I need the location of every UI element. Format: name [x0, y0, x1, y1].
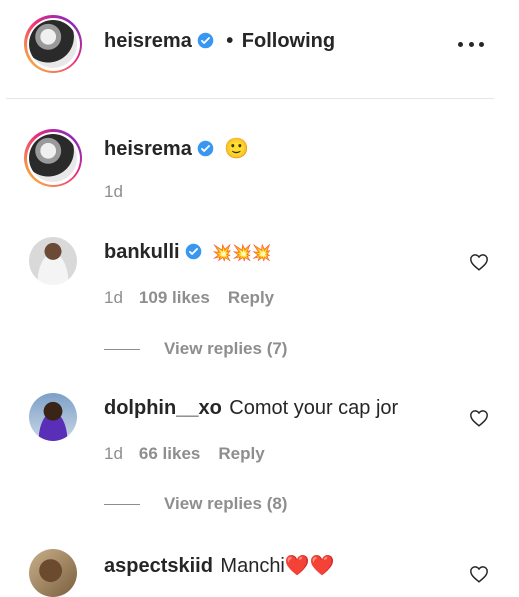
header-user-line: heisrema • Following: [104, 30, 335, 53]
view-replies-button[interactable]: View replies (8): [104, 494, 287, 514]
comment-text: 💥💥💥: [212, 245, 272, 262]
following-button[interactable]: Following: [242, 30, 335, 52]
reply-button[interactable]: Reply: [228, 288, 274, 307]
comment-username[interactable]: bankulli: [104, 241, 180, 263]
post-header: heisrema • Following: [0, 0, 519, 98]
comment-avatar[interactable]: [29, 549, 77, 597]
comment-text: Manchi❤️❤️: [220, 555, 335, 577]
comment-line: bankulli 💥💥💥: [104, 241, 272, 264]
header-avatar[interactable]: [24, 15, 82, 73]
caption-avatar[interactable]: [24, 129, 82, 187]
reply-button[interactable]: Reply: [218, 444, 264, 463]
comment-meta: 1d 109 likes Reply: [104, 288, 274, 308]
caption-username[interactable]: heisrema: [104, 138, 192, 160]
comment-avatar[interactable]: [29, 237, 77, 285]
like-heart-icon[interactable]: [469, 565, 489, 583]
replies-divider-line: [104, 348, 140, 350]
comment-likes[interactable]: 66 likes: [139, 444, 200, 463]
comment-line: aspectskiid Manchi❤️❤️: [104, 553, 335, 578]
view-replies-label: View replies (7): [164, 339, 288, 358]
comment-likes[interactable]: 109 likes: [139, 288, 210, 307]
comment-username[interactable]: dolphin__xo: [104, 397, 222, 419]
comment-meta: 1d 66 likes Reply: [104, 444, 265, 464]
view-replies-label: View replies (8): [164, 494, 288, 513]
header-divider: [6, 98, 494, 99]
verified-badge-icon: [197, 32, 214, 49]
caption-meta: 1d: [104, 182, 123, 202]
comment-time[interactable]: 1d: [104, 288, 123, 307]
like-heart-icon[interactable]: [469, 253, 489, 271]
view-replies-button[interactable]: View replies (7): [104, 339, 287, 359]
comment-line: dolphin__xo Comot your cap jor: [104, 397, 398, 420]
replies-divider-line: [104, 503, 140, 505]
comment-avatar[interactable]: [29, 393, 77, 441]
comment-time[interactable]: 1d: [104, 444, 123, 463]
caption-time[interactable]: 1d: [104, 182, 123, 201]
more-options-icon[interactable]: [458, 34, 484, 54]
verified-badge-icon: [197, 140, 214, 157]
comment-username[interactable]: aspectskiid: [104, 555, 213, 577]
verified-badge-icon: [185, 243, 201, 260]
caption-text: 🙂: [224, 138, 250, 160]
caption-line: heisrema 🙂: [104, 136, 249, 161]
header-separator: •: [226, 30, 234, 52]
header-username[interactable]: heisrema: [104, 30, 192, 52]
like-heart-icon[interactable]: [469, 409, 489, 427]
comment-text: Comot your cap jor: [229, 397, 399, 419]
